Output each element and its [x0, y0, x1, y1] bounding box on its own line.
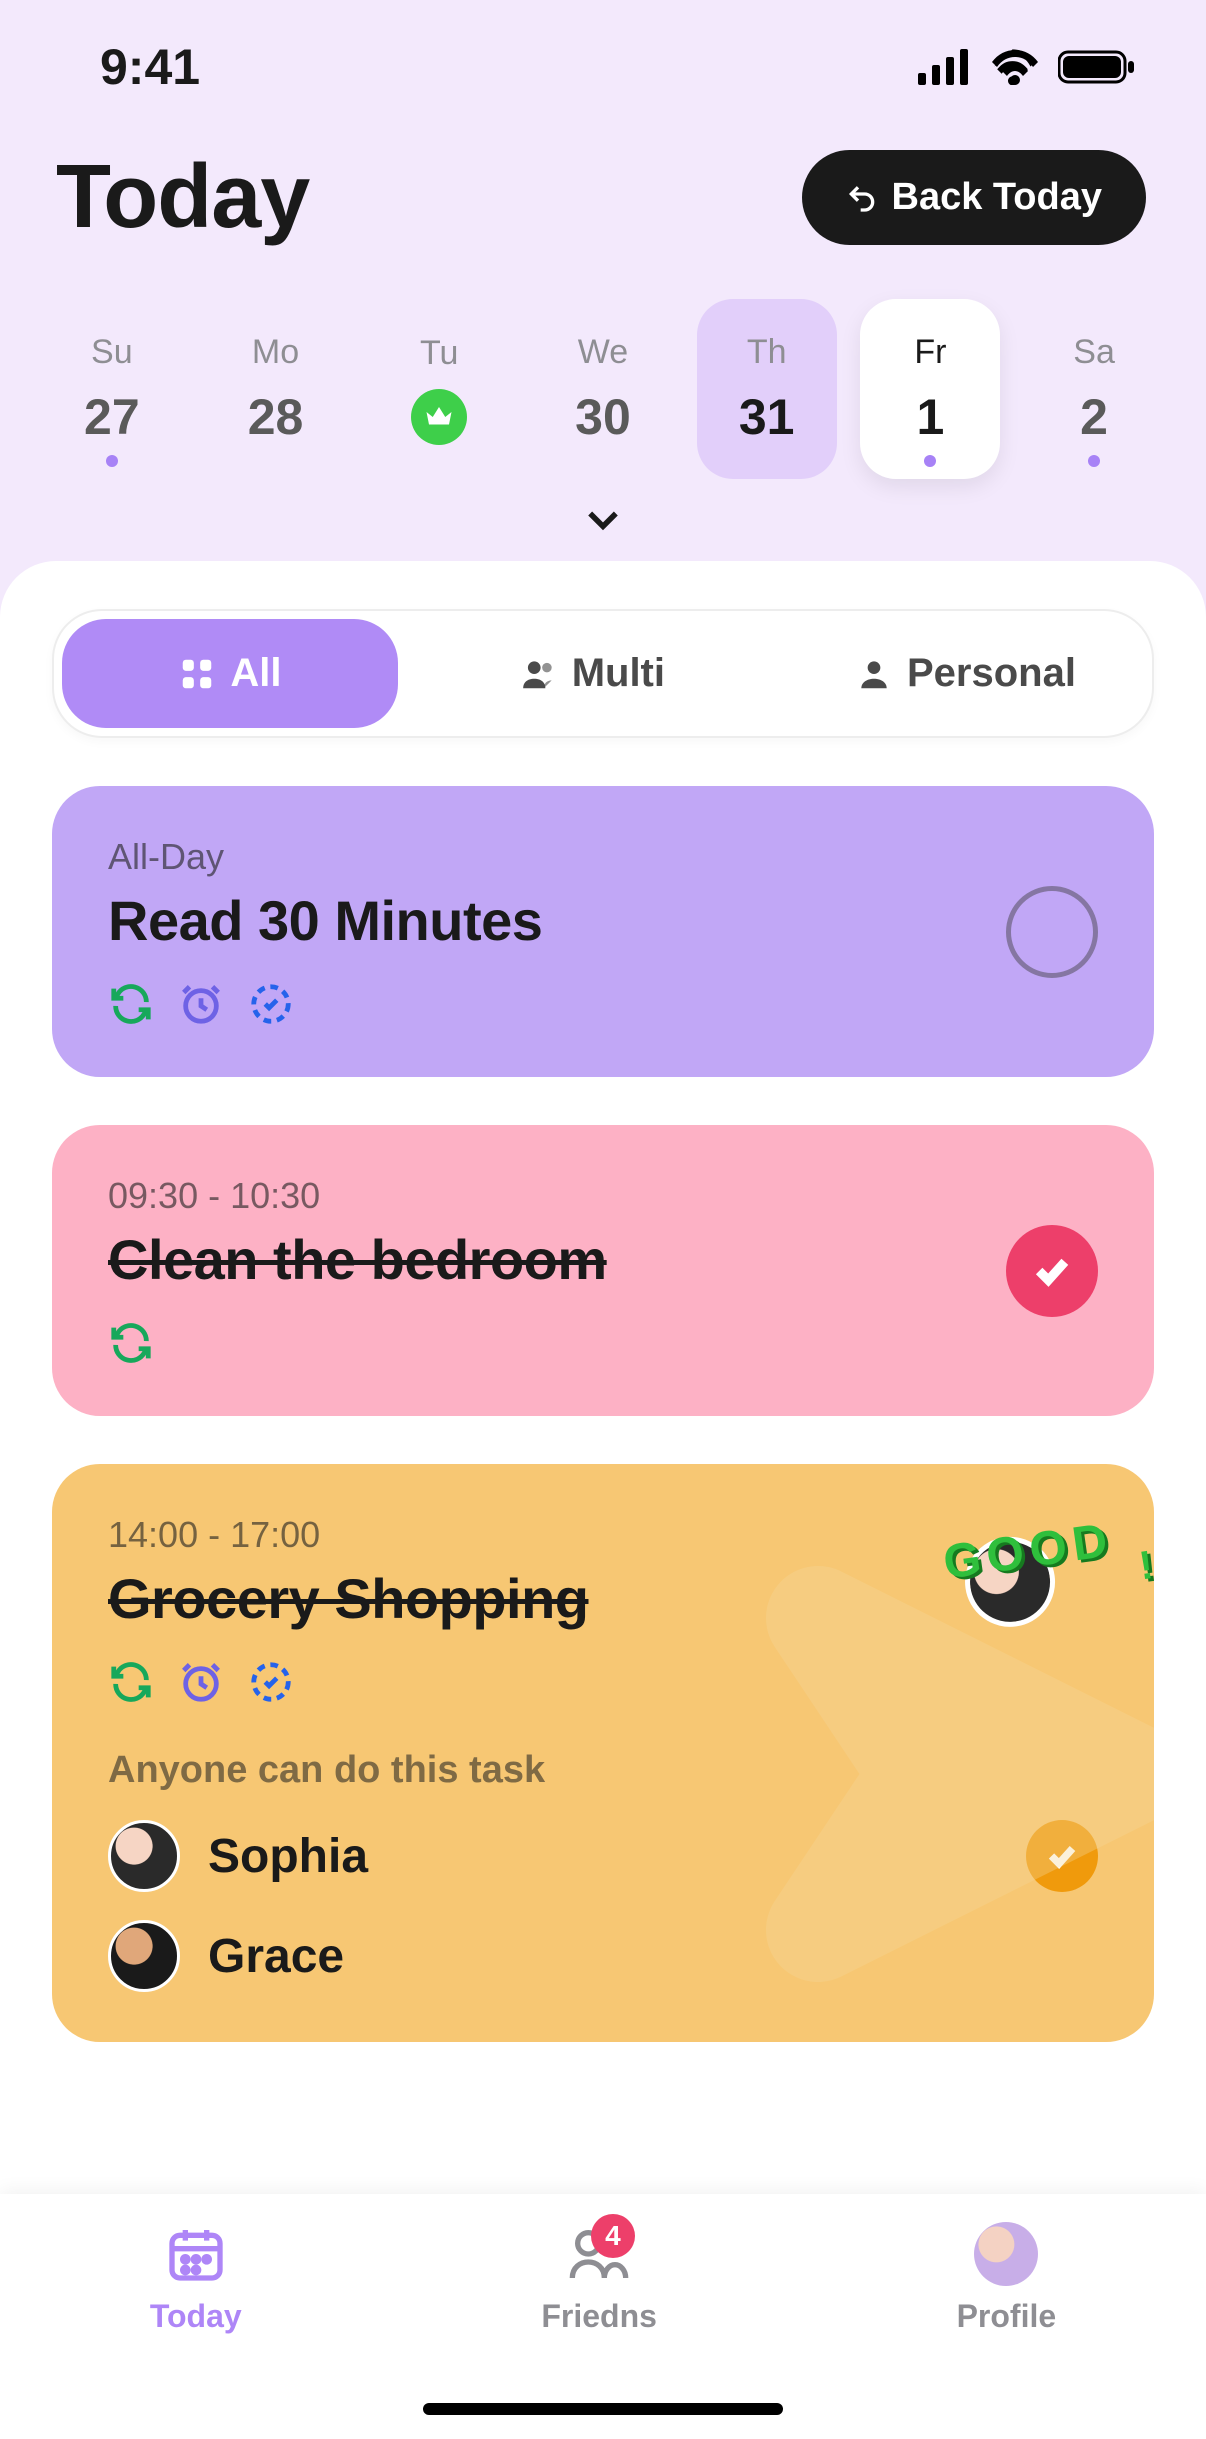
task-card-clean[interactable]: 09:30 - 10:30 Clean the bedroom: [52, 1125, 1154, 1416]
task-icons: [108, 1659, 1098, 1705]
header: Today Back Today: [0, 96, 1206, 269]
task-note: Anyone can do this task: [108, 1749, 1098, 1792]
day-num: 2: [1080, 388, 1108, 446]
repeat-icon: [108, 1320, 154, 1366]
day-name: Sa: [1073, 333, 1115, 372]
nav-friends[interactable]: 4 Friedns: [541, 2222, 657, 2335]
nav-profile[interactable]: Profile: [957, 2222, 1057, 2335]
task-title: Read 30 Minutes: [108, 888, 1098, 953]
week-expand-toggle[interactable]: [0, 479, 1206, 551]
profile-avatar-icon: [974, 2222, 1038, 2286]
crown-badge-icon: [411, 389, 467, 445]
filter-tab-multi[interactable]: Multi: [406, 611, 779, 736]
day-num: 1: [916, 388, 944, 446]
friends-badge: 4: [591, 2214, 635, 2258]
progress-icon: [248, 1659, 294, 1705]
repeat-icon: [108, 1659, 154, 1705]
filter-tab-all[interactable]: All: [62, 619, 398, 728]
filter-label: Multi: [572, 651, 665, 696]
home-indicator[interactable]: [423, 2403, 783, 2415]
task-time: 09:30 - 10:30: [108, 1175, 1098, 1217]
task-card-read[interactable]: All-Day Read 30 Minutes: [52, 786, 1154, 1077]
day-fr-selected[interactable]: Fr 1: [860, 299, 1000, 479]
filter-tabs: All Multi Personal: [52, 609, 1154, 738]
event-dot: [106, 455, 118, 467]
nav-label: Friedns: [541, 2298, 657, 2335]
week-strip: Su 27 Mo 28 Tu We 30 Th 31 Fr 1 Sa 2: [0, 269, 1206, 479]
day-num: 27: [84, 388, 140, 446]
task-card-grocery[interactable]: 14:00 - 17:00 Grocery Shopping GOOD ! An…: [52, 1464, 1154, 2042]
participant-check[interactable]: [1026, 1820, 1098, 1892]
nav-label: Today: [150, 2298, 242, 2335]
exclaim-icon: !: [1137, 1543, 1154, 1589]
filter-label: All: [230, 651, 281, 696]
day-sa[interactable]: Sa 2: [1024, 299, 1164, 479]
day-mo[interactable]: Mo 28: [206, 299, 346, 479]
signal-icon: [918, 49, 972, 85]
participant-row[interactable]: Grace: [108, 1920, 1098, 1992]
day-we[interactable]: We 30: [533, 299, 673, 479]
task-complete-toggle[interactable]: [1006, 1225, 1098, 1317]
check-icon: [1044, 1838, 1080, 1874]
page-title: Today: [56, 146, 309, 249]
day-num: 30: [575, 388, 631, 446]
progress-icon: [248, 981, 294, 1027]
repeat-icon: [108, 981, 154, 1027]
nav-label: Profile: [957, 2298, 1057, 2335]
nav-today[interactable]: Today: [150, 2222, 242, 2335]
grid-icon: [178, 655, 216, 693]
undo-icon: [846, 182, 878, 214]
day-tu[interactable]: Tu: [369, 299, 509, 479]
day-name: Fr: [914, 333, 946, 372]
status-bar: 9:41: [0, 0, 1206, 96]
participant-name: Sophia: [208, 1829, 368, 1884]
person-icon: [855, 655, 893, 693]
event-dot: [924, 455, 936, 467]
status-time: 9:41: [100, 38, 200, 96]
day-name: Tu: [420, 334, 458, 373]
check-icon: [1030, 1249, 1074, 1293]
day-name: Th: [747, 333, 787, 372]
task-complete-toggle[interactable]: [1006, 886, 1098, 978]
people-icon: [520, 655, 558, 693]
task-time: All-Day: [108, 836, 1098, 878]
day-num: 28: [248, 388, 304, 446]
day-name: We: [578, 333, 628, 372]
day-name: Mo: [252, 333, 299, 372]
calendar-icon: [164, 2222, 228, 2286]
alarm-icon: [178, 1659, 224, 1705]
filter-tab-personal[interactable]: Personal: [779, 611, 1152, 736]
task-icons: [108, 1320, 1098, 1366]
avatar-icon: [108, 1820, 180, 1892]
task-icons: [108, 981, 1098, 1027]
day-th[interactable]: Th 31: [697, 299, 837, 479]
back-today-button[interactable]: Back Today: [802, 150, 1146, 245]
task-title: Clean the bedroom: [108, 1227, 1098, 1292]
day-su[interactable]: Su 27: [42, 299, 182, 479]
avatar-icon: [108, 1920, 180, 1992]
alarm-icon: [178, 981, 224, 1027]
day-name: Su: [91, 333, 133, 372]
task-sheet: All Multi Personal All-Day Read 30 Minut…: [0, 561, 1206, 2406]
filter-label: Personal: [907, 651, 1076, 696]
back-button-label: Back Today: [892, 176, 1102, 219]
event-dot: [1088, 455, 1100, 467]
day-num: 31: [739, 388, 795, 446]
status-icons: [918, 49, 1136, 85]
battery-icon: [1058, 49, 1136, 85]
chevron-down-icon: [581, 497, 625, 541]
participant-row[interactable]: Sophia: [108, 1820, 1098, 1892]
wifi-icon: [990, 49, 1040, 85]
participant-name: Grace: [208, 1929, 344, 1984]
